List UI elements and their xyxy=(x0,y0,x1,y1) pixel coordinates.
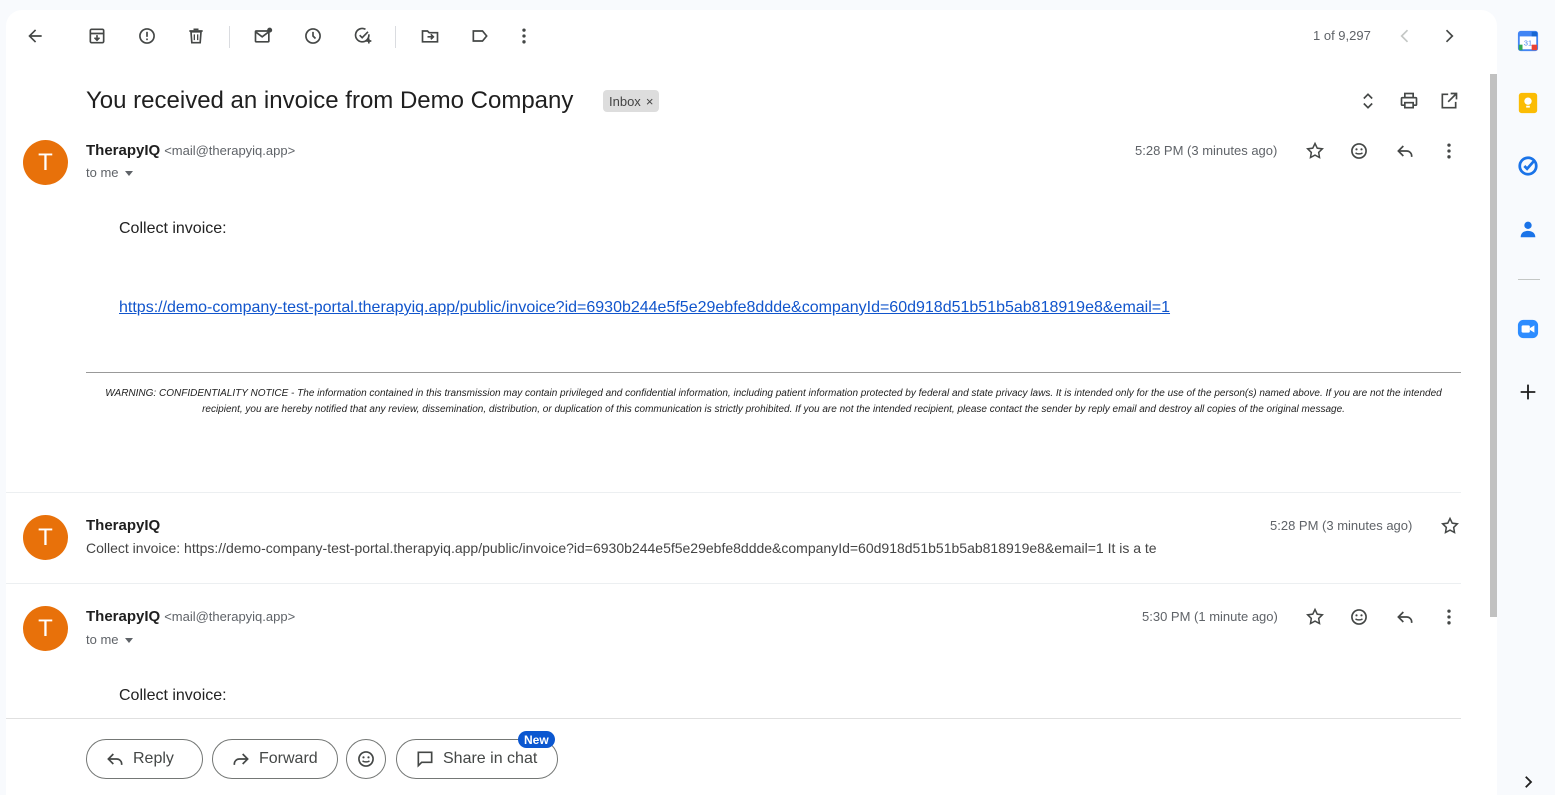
expand-panel-chevron-icon[interactable] xyxy=(1515,769,1541,795)
newer-chevron-icon[interactable] xyxy=(1393,24,1417,48)
delete-icon[interactable] xyxy=(184,24,208,48)
sender-name[interactable]: TherapyIQ <mail@therapyiq.app> xyxy=(86,608,295,625)
inbox-label-text: Inbox xyxy=(609,93,641,109)
message-body-intro: Collect invoice: xyxy=(119,220,227,237)
recipient-details[interactable]: to me xyxy=(86,632,133,647)
avatar[interactable]: T xyxy=(23,515,68,560)
reply-icon[interactable] xyxy=(1393,605,1417,629)
sender-email: <mail@therapyiq.app> xyxy=(164,143,296,158)
reply-icon xyxy=(107,753,123,765)
sender-name-text: TherapyIQ xyxy=(86,142,161,159)
new-badge: New xyxy=(518,731,555,748)
report-spam-icon[interactable] xyxy=(135,24,159,48)
message-divider xyxy=(6,583,1461,584)
archive-icon[interactable] xyxy=(85,24,109,48)
message-time: 5:28 PM (3 minutes ago) xyxy=(1135,143,1278,158)
more-options-icon[interactable] xyxy=(512,24,536,48)
sender-name-text: TherapyIQ xyxy=(86,608,161,625)
more-options-icon[interactable] xyxy=(1437,139,1461,163)
forward-button-label: Forward xyxy=(259,750,318,767)
keep-icon[interactable] xyxy=(1515,90,1541,116)
emoji-react-button[interactable] xyxy=(346,739,386,779)
toolbar-divider xyxy=(229,26,230,48)
message-time: 5:30 PM (1 minute ago) xyxy=(1142,609,1278,624)
forward-button[interactable]: Forward xyxy=(212,739,338,779)
avatar[interactable]: T xyxy=(23,606,68,651)
message-divider xyxy=(6,492,1461,493)
calendar-icon[interactable]: 31 xyxy=(1515,28,1541,54)
emoji-react-icon[interactable] xyxy=(1347,605,1371,629)
remove-label-icon[interactable]: × xyxy=(646,94,654,109)
chevron-down-icon xyxy=(124,171,133,177)
tasks-icon[interactable] xyxy=(1515,153,1541,179)
add-addon-icon[interactable] xyxy=(1515,379,1541,405)
pagination-text: 1 of 9,297 xyxy=(1313,28,1371,43)
calendar-day-text: 31 xyxy=(1524,39,1532,48)
recipient-text: to me xyxy=(86,165,119,180)
expand-all-icon[interactable] xyxy=(1356,89,1380,113)
add-task-icon[interactable] xyxy=(351,24,375,48)
emoji-react-icon[interactable] xyxy=(1347,139,1371,163)
zoom-icon[interactable] xyxy=(1515,316,1541,342)
mark-unread-icon[interactable] xyxy=(251,24,275,48)
sender-email: <mail@therapyiq.app> xyxy=(164,609,296,624)
recipient-text: to me xyxy=(86,632,119,647)
message-body-intro: Collect invoice: xyxy=(119,687,227,704)
reply-icon[interactable] xyxy=(1393,139,1417,163)
email-view: 1 of 9,297 You received an invoice from … xyxy=(6,10,1497,795)
print-icon[interactable] xyxy=(1397,89,1421,113)
recipient-details[interactable]: to me xyxy=(86,165,133,180)
move-to-icon[interactable] xyxy=(418,24,442,48)
sender-name[interactable]: TherapyIQ xyxy=(86,517,160,534)
older-chevron-icon[interactable] xyxy=(1437,24,1461,48)
star-icon[interactable] xyxy=(1303,139,1327,163)
chevron-down-icon xyxy=(124,638,133,644)
more-options-icon[interactable] xyxy=(1437,605,1461,629)
chat-icon xyxy=(417,751,433,768)
horizontal-rule xyxy=(86,372,1461,373)
compose-area-divider xyxy=(6,718,1461,719)
scrollbar-thumb[interactable] xyxy=(1490,74,1497,617)
snooze-icon[interactable] xyxy=(301,24,325,48)
forward-icon xyxy=(233,753,249,765)
reply-button-label: Reply xyxy=(133,750,174,767)
star-icon[interactable] xyxy=(1438,514,1462,538)
sender-name[interactable]: TherapyIQ <mail@therapyiq.app> xyxy=(86,142,295,159)
open-new-window-icon[interactable] xyxy=(1437,89,1461,113)
invoice-link[interactable]: https://demo-company-test-portal.therapy… xyxy=(119,299,1170,317)
back-arrow-icon[interactable] xyxy=(23,24,47,48)
sidebar-divider xyxy=(1518,279,1540,280)
avatar[interactable]: T xyxy=(23,140,68,185)
inbox-label-chip[interactable]: Inbox × xyxy=(603,90,660,112)
contacts-icon[interactable] xyxy=(1515,216,1541,242)
share-in-chat-label: Share in chat xyxy=(443,750,538,767)
email-subject: You received an invoice from Demo Compan… xyxy=(86,87,574,114)
star-icon[interactable] xyxy=(1303,605,1327,629)
reply-button[interactable]: Reply xyxy=(86,739,203,779)
message-time: 5:28 PM (3 minutes ago) xyxy=(1270,518,1413,533)
emoji-icon xyxy=(358,751,374,767)
message-snippet[interactable]: Collect invoice: https://demo-company-te… xyxy=(86,540,1157,556)
label-icon[interactable] xyxy=(468,24,492,48)
confidentiality-notice: WARNING: CONFIDENTIALITY NOTICE - The in… xyxy=(105,388,1442,415)
toolbar-divider xyxy=(395,26,396,48)
